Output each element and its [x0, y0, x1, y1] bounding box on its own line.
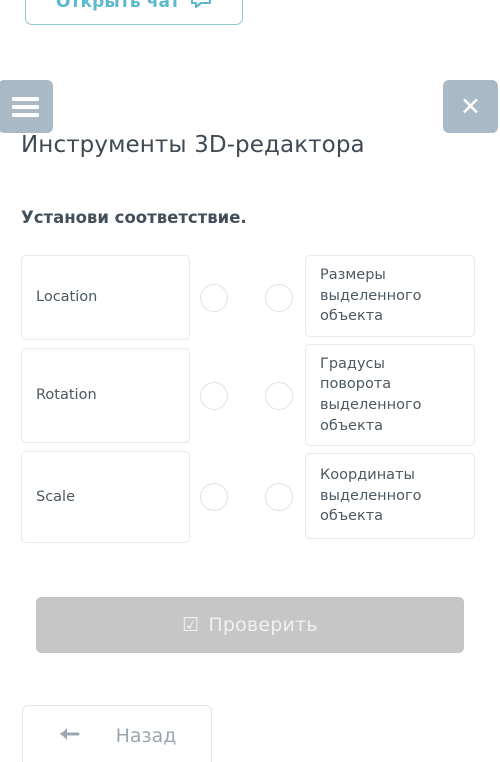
chat-bubble-icon — [190, 0, 212, 14]
match-left-dot[interactable] — [200, 284, 228, 312]
match-right-card[interactable]: Размеры выделенного объекта — [305, 255, 475, 337]
close-x-icon: ✕ — [460, 92, 481, 121]
page-title: Инструменты 3D-редактора — [21, 132, 365, 158]
match-right-label: Размеры выделенного объекта — [320, 267, 422, 325]
match-row: Scale Координаты выделенного объекта — [0, 451, 500, 543]
open-chat-label: Открыть чат — [55, 0, 180, 12]
arrow-left-icon — [58, 726, 80, 746]
match-right-dot[interactable] — [265, 483, 293, 511]
match-left-label: Location — [36, 289, 98, 306]
match-right-dot[interactable] — [265, 284, 293, 312]
back-button[interactable]: Назад — [22, 705, 212, 762]
quiz-screen: Открыть чат ✕ Инструменты 3D-редактора У… — [0, 0, 500, 762]
match-left-card[interactable]: Rotation — [21, 348, 190, 443]
check-button-label: Проверить — [208, 614, 318, 636]
match-left-dot[interactable] — [200, 483, 228, 511]
match-row: Location Размеры выделенного объекта — [0, 255, 500, 340]
match-left-dot[interactable] — [200, 382, 228, 410]
menu-button[interactable] — [0, 80, 53, 133]
checked-box-icon: ☑ — [182, 613, 200, 636]
match-row: Rotation Градусы поворота выделенного об… — [0, 344, 500, 446]
task-prompt: Установи соответствие. — [21, 208, 247, 227]
match-right-card[interactable]: Градусы поворота выделенного объекта — [305, 344, 475, 446]
match-right-label: Градусы поворота выделенного объекта — [320, 355, 422, 434]
match-left-label: Rotation — [36, 387, 97, 404]
match-left-card[interactable]: Location — [21, 255, 190, 340]
close-button[interactable]: ✕ — [443, 80, 498, 133]
match-left-card[interactable]: Scale — [21, 451, 190, 543]
match-right-dot[interactable] — [265, 382, 293, 410]
match-right-label: Координаты выделенного объекта — [320, 467, 422, 525]
match-right-card[interactable]: Координаты выделенного объекта — [305, 453, 475, 539]
back-button-label: Назад — [115, 725, 177, 747]
hamburger-menu-icon — [12, 93, 39, 121]
check-button[interactable]: ☑ Проверить — [36, 597, 464, 653]
open-chat-button[interactable]: Открыть чат — [25, 0, 243, 25]
matching-area: Location Размеры выделенного объекта Rot… — [0, 255, 500, 551]
match-left-label: Scale — [36, 488, 76, 505]
